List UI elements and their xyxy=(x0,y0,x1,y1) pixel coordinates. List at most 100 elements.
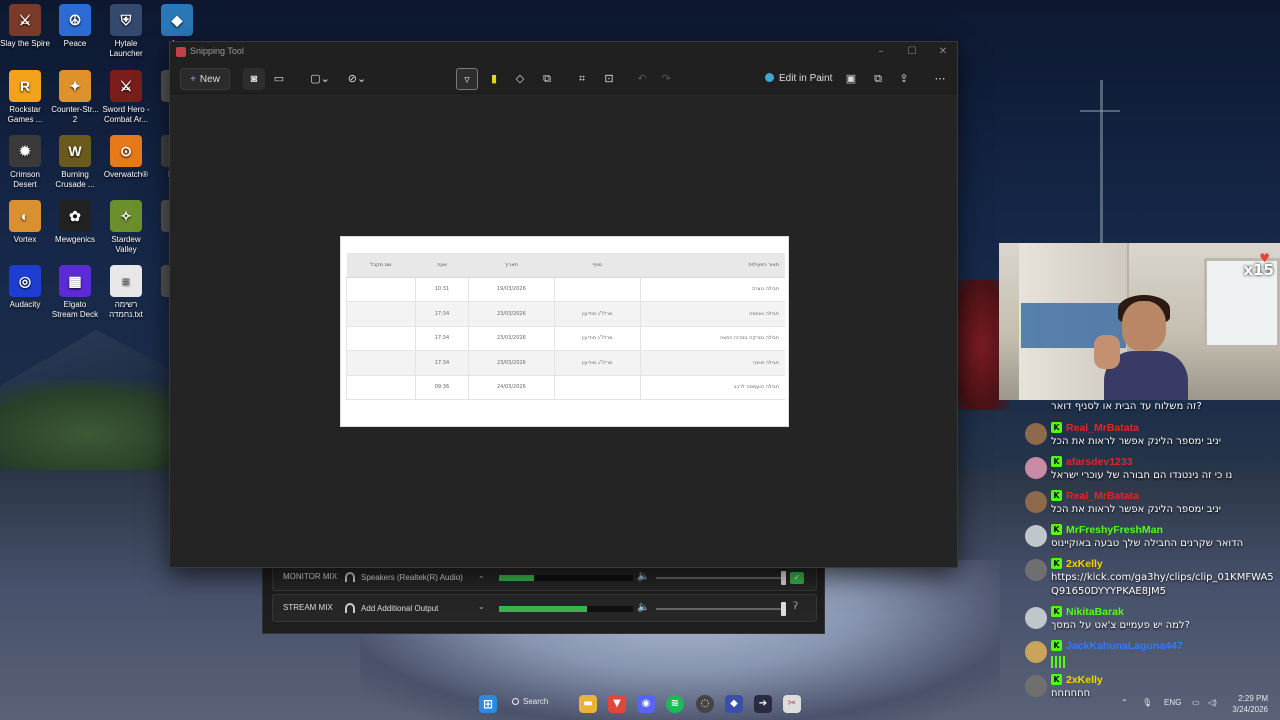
desktop-icon-label: Peace xyxy=(63,39,87,48)
file-explorer-icon[interactable]: ▬ xyxy=(579,695,597,713)
cell-description: חבילה נוצרה xyxy=(639,277,785,302)
new-snip-button[interactable]: + New xyxy=(180,68,230,90)
cell-date: 19/03/2026 xyxy=(467,277,555,302)
desktop-icon[interactable]: ▦ Elgato Stream Deck xyxy=(50,265,100,320)
chevron-down-icon[interactable]: ⌄ xyxy=(478,602,485,611)
chat-username[interactable]: 2xKelly xyxy=(1066,558,1103,570)
desktop-icon[interactable]: ✧ Stardew Valley xyxy=(101,200,151,255)
multiplier-badge: x15 xyxy=(1243,261,1274,279)
snip-shape-dropdown-icon[interactable]: ▢⌄ xyxy=(305,68,335,90)
app-diamond-icon[interactable]: ◆ xyxy=(725,695,743,713)
more-options-icon[interactable]: ⋯ xyxy=(929,68,951,90)
avatar xyxy=(1025,491,1047,513)
eraser-icon[interactable]: ◇ xyxy=(509,68,531,90)
monitor-volume-knob[interactable] xyxy=(781,571,786,585)
maximize-button[interactable]: ☐ xyxy=(901,44,923,60)
volume-icon[interactable]: 🔈 xyxy=(637,602,649,613)
windows-start-icon[interactable]: ⊞ xyxy=(479,695,497,713)
volume-icon[interactable]: ◁) xyxy=(1208,698,1217,707)
save-icon[interactable]: ▣ xyxy=(840,68,862,90)
edit-in-paint-label: Edit in Paint xyxy=(779,73,833,84)
window-title: Snipping Tool xyxy=(190,46,244,56)
snipping-tool-taskbar-icon[interactable]: ✂ xyxy=(783,695,801,713)
discord-icon[interactable]: ◉ xyxy=(637,695,655,713)
ballpoint-pen-icon[interactable]: ▿ xyxy=(456,68,478,90)
desktop-icon[interactable]: ◐ Vortex xyxy=(0,200,50,245)
monitor-output-select[interactable]: Speakers (Realtek(R) Audio) xyxy=(345,572,463,582)
stream-volume-knob[interactable] xyxy=(781,602,786,616)
desktop-icon[interactable]: ⚔ Sword Hero - Combat Ar... xyxy=(101,70,151,125)
chat-username[interactable]: Real_MrBatata xyxy=(1066,490,1139,502)
shapes-icon[interactable]: ⧉ xyxy=(536,68,558,90)
desktop-icon[interactable]: ✦ Counter-Str... 2 xyxy=(50,70,100,125)
display-icon[interactable]: ▭ xyxy=(1192,698,1200,707)
stream-output-select[interactable]: Add Additional Output xyxy=(345,603,438,613)
desktop-icon[interactable]: ⛨ Hytale Launcher xyxy=(101,4,151,59)
chevron-up-icon[interactable]: ⌃ xyxy=(1121,698,1128,707)
app-arrow-icon[interactable]: ➔ xyxy=(754,695,772,713)
chat-username[interactable]: afarsdev1233 xyxy=(1066,456,1133,468)
chat-username[interactable]: MrFreshyFreshMan xyxy=(1066,524,1163,536)
microphone-icon[interactable]: 🎙 xyxy=(1142,698,1152,707)
audio-mixer-panel: MONITOR MIX Speakers (Realtek(R) Audio) … xyxy=(262,560,825,634)
system-clock[interactable]: 2:29 PM 3/24/2026 xyxy=(1228,693,1268,715)
desktop-icon[interactable]: ◎ Audacity xyxy=(0,265,50,310)
webcam-overlay: ♥ x15 xyxy=(999,243,1280,400)
undo-icon[interactable]: ↶ xyxy=(631,68,653,90)
desktop-icon[interactable]: ⚔ Slay the Spire xyxy=(0,4,50,49)
chat-username[interactable]: JackKahunaLaguna447 xyxy=(1066,640,1183,652)
chevron-down-icon[interactable]: ⌄ xyxy=(478,571,485,580)
text-actions-icon[interactable]: ⊡ xyxy=(598,68,620,90)
close-button[interactable]: ✕ xyxy=(932,44,954,60)
desktop-icon[interactable]: R Rockstar Games ... xyxy=(0,70,50,125)
snip-delay-dropdown-icon[interactable]: ⊘⌄ xyxy=(342,68,372,90)
desktop-icon-label: Burning Crusade ... xyxy=(55,170,95,189)
chat-message-text: יניב ימספר הלינק אפשר לראות את הכל xyxy=(1051,504,1222,515)
cell-date: 23/03/2026 xyxy=(467,350,555,376)
desktop-icon-label: Crimson Desert xyxy=(10,170,40,189)
cell-branch xyxy=(553,375,641,400)
desktop-icon[interactable]: ✿ Mewgenics xyxy=(50,200,100,245)
taskbar-search[interactable]: Search xyxy=(512,697,548,706)
ear-icon[interactable]: ʔ xyxy=(793,601,798,612)
chat-username[interactable]: Real_MrBatata xyxy=(1066,422,1139,434)
col-header-date: תאריך xyxy=(468,253,555,278)
desktop-icon-label: Audacity xyxy=(9,300,41,309)
highlighter-icon[interactable]: ▮ xyxy=(483,68,505,90)
app-icon: ◐ xyxy=(9,200,41,232)
crop-icon[interactable]: ⌗ xyxy=(571,68,593,90)
video-mode-icon[interactable]: ▭ xyxy=(268,68,290,90)
share-icon[interactable]: ⇪ xyxy=(893,68,915,90)
chat-username[interactable]: NikitaBarak xyxy=(1066,606,1124,618)
cell-date: 23/03/2026 xyxy=(467,326,555,351)
chat-message-header: K MrFreshyFreshMan xyxy=(1051,524,1163,536)
obs-icon[interactable]: ◌ xyxy=(696,695,714,713)
app-icon: ⚔ xyxy=(110,70,142,102)
monitor-level-meter xyxy=(499,575,633,581)
chat-message-header: K Real_MrBatata xyxy=(1051,422,1139,434)
spotify-icon[interactable]: ≋ xyxy=(666,695,684,713)
language-indicator[interactable]: ENG xyxy=(1164,698,1181,707)
edit-in-paint-button[interactable]: Edit in Paint xyxy=(765,68,835,90)
desktop-icon[interactable]: W Burning Crusade ... xyxy=(50,135,100,190)
table-row: חבילה הועמסה לרכב 24/03/2026 09:36 xyxy=(346,375,785,400)
minimize-button[interactable]: – xyxy=(870,44,892,60)
desktop-icon[interactable]: ≡ רשימה נחמדה.txt xyxy=(101,265,151,320)
monitor-volume-slider[interactable] xyxy=(656,577,784,579)
desktop-icon[interactable]: ☮ Peace xyxy=(50,4,100,49)
col-header-recipient: שם מקבל xyxy=(346,253,416,278)
taskbar: ⊞ Search ▬ ▼ ◉ ≋ ◌ ◆ ➔ ✂ ⌃ 🎙 ENG ▭ ◁) 2:… xyxy=(0,688,1280,720)
monitor-enabled-check[interactable]: ✓ xyxy=(790,572,804,584)
desktop-icon[interactable]: ✹ Crimson Desert xyxy=(0,135,50,190)
stream-mix-label: STREAM MIX xyxy=(283,603,333,612)
stream-volume-slider[interactable] xyxy=(656,608,784,610)
brave-browser-icon[interactable]: ▼ xyxy=(608,695,626,713)
volume-icon[interactable]: 🔈 xyxy=(637,571,649,582)
copy-icon[interactable]: ⧉ xyxy=(867,68,889,90)
streamer-head xyxy=(1122,301,1166,351)
wallpaper-mast-arm xyxy=(1080,110,1120,112)
redo-icon[interactable]: ↷ xyxy=(655,68,677,90)
camera-mode-icon[interactable]: ◙ xyxy=(243,68,265,90)
chat-username[interactable]: 2xKelly xyxy=(1066,674,1103,686)
desktop-icon[interactable]: ⊙ Overwatch® xyxy=(101,135,151,180)
